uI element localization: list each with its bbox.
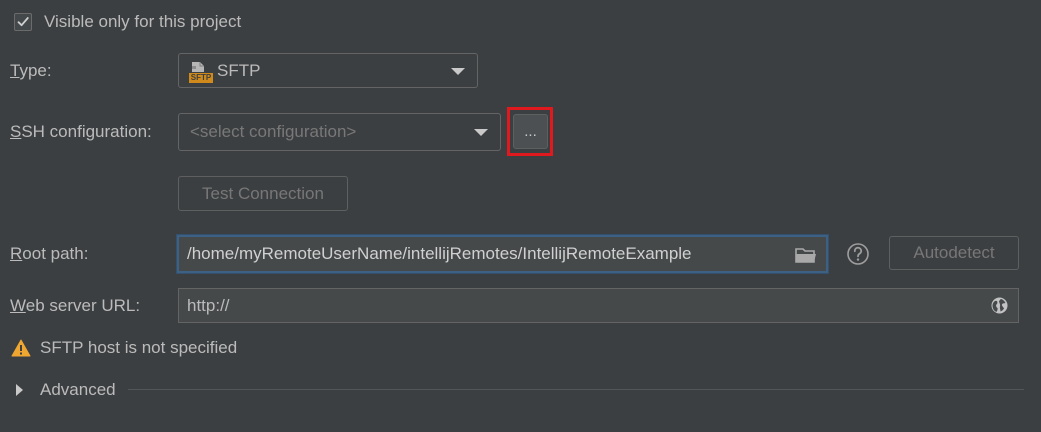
sftp-host-warning: SFTP host is not specified: [11, 338, 237, 358]
root-path-value: /home/myRemoteUserName/intellijRemotes/I…: [187, 244, 692, 263]
sftp-icon: SFTP: [189, 61, 213, 83]
root-path-label: Root path:: [10, 244, 89, 263]
type-label: Type:: [10, 61, 52, 80]
ssh-configuration-placeholder: <select configuration>: [190, 122, 357, 141]
advanced-label: Advanced: [40, 380, 116, 399]
web-server-url-input[interactable]: http://: [178, 288, 1019, 323]
triangle-right-icon[interactable]: [16, 384, 23, 396]
ssh-browse-button[interactable]: ...: [513, 114, 548, 149]
web-server-url-label: Web server URL:: [10, 296, 141, 315]
chevron-down-icon[interactable]: [474, 129, 488, 136]
warning-text: SFTP host is not specified: [40, 338, 238, 357]
visible-only-checkbox[interactable]: [14, 13, 32, 31]
type-dropdown[interactable]: SFTP SFTP: [178, 53, 478, 88]
advanced-toggle[interactable]: Advanced: [16, 380, 116, 400]
ssh-configuration-label: SSH configuration:: [10, 122, 152, 141]
ssh-configuration-dropdown[interactable]: <select configuration>: [178, 113, 501, 151]
root-path-input[interactable]: /home/myRemoteUserName/intellijRemotes/I…: [177, 235, 828, 273]
checkmark-icon: [17, 17, 29, 27]
warning-icon: [11, 339, 31, 357]
folder-icon[interactable]: [795, 246, 817, 269]
test-connection-button[interactable]: Test Connection: [178, 176, 348, 211]
advanced-divider: [128, 389, 1024, 390]
visible-only-checkbox-row[interactable]: Visible only for this project: [14, 12, 241, 32]
web-server-url-value: http://: [187, 295, 230, 315]
globe-icon[interactable]: [990, 296, 1009, 320]
autodetect-button[interactable]: Autodetect: [889, 236, 1019, 270]
type-dropdown-value: SFTP: [217, 60, 261, 80]
chevron-down-icon[interactable]: [451, 67, 465, 75]
sftp-icon-text: SFTP: [190, 73, 212, 82]
visible-only-label: Visible only for this project: [44, 12, 242, 31]
help-icon[interactable]: [846, 242, 870, 271]
deployment-connection-panel: Visible only for this project Type: SFTP…: [0, 0, 1041, 432]
